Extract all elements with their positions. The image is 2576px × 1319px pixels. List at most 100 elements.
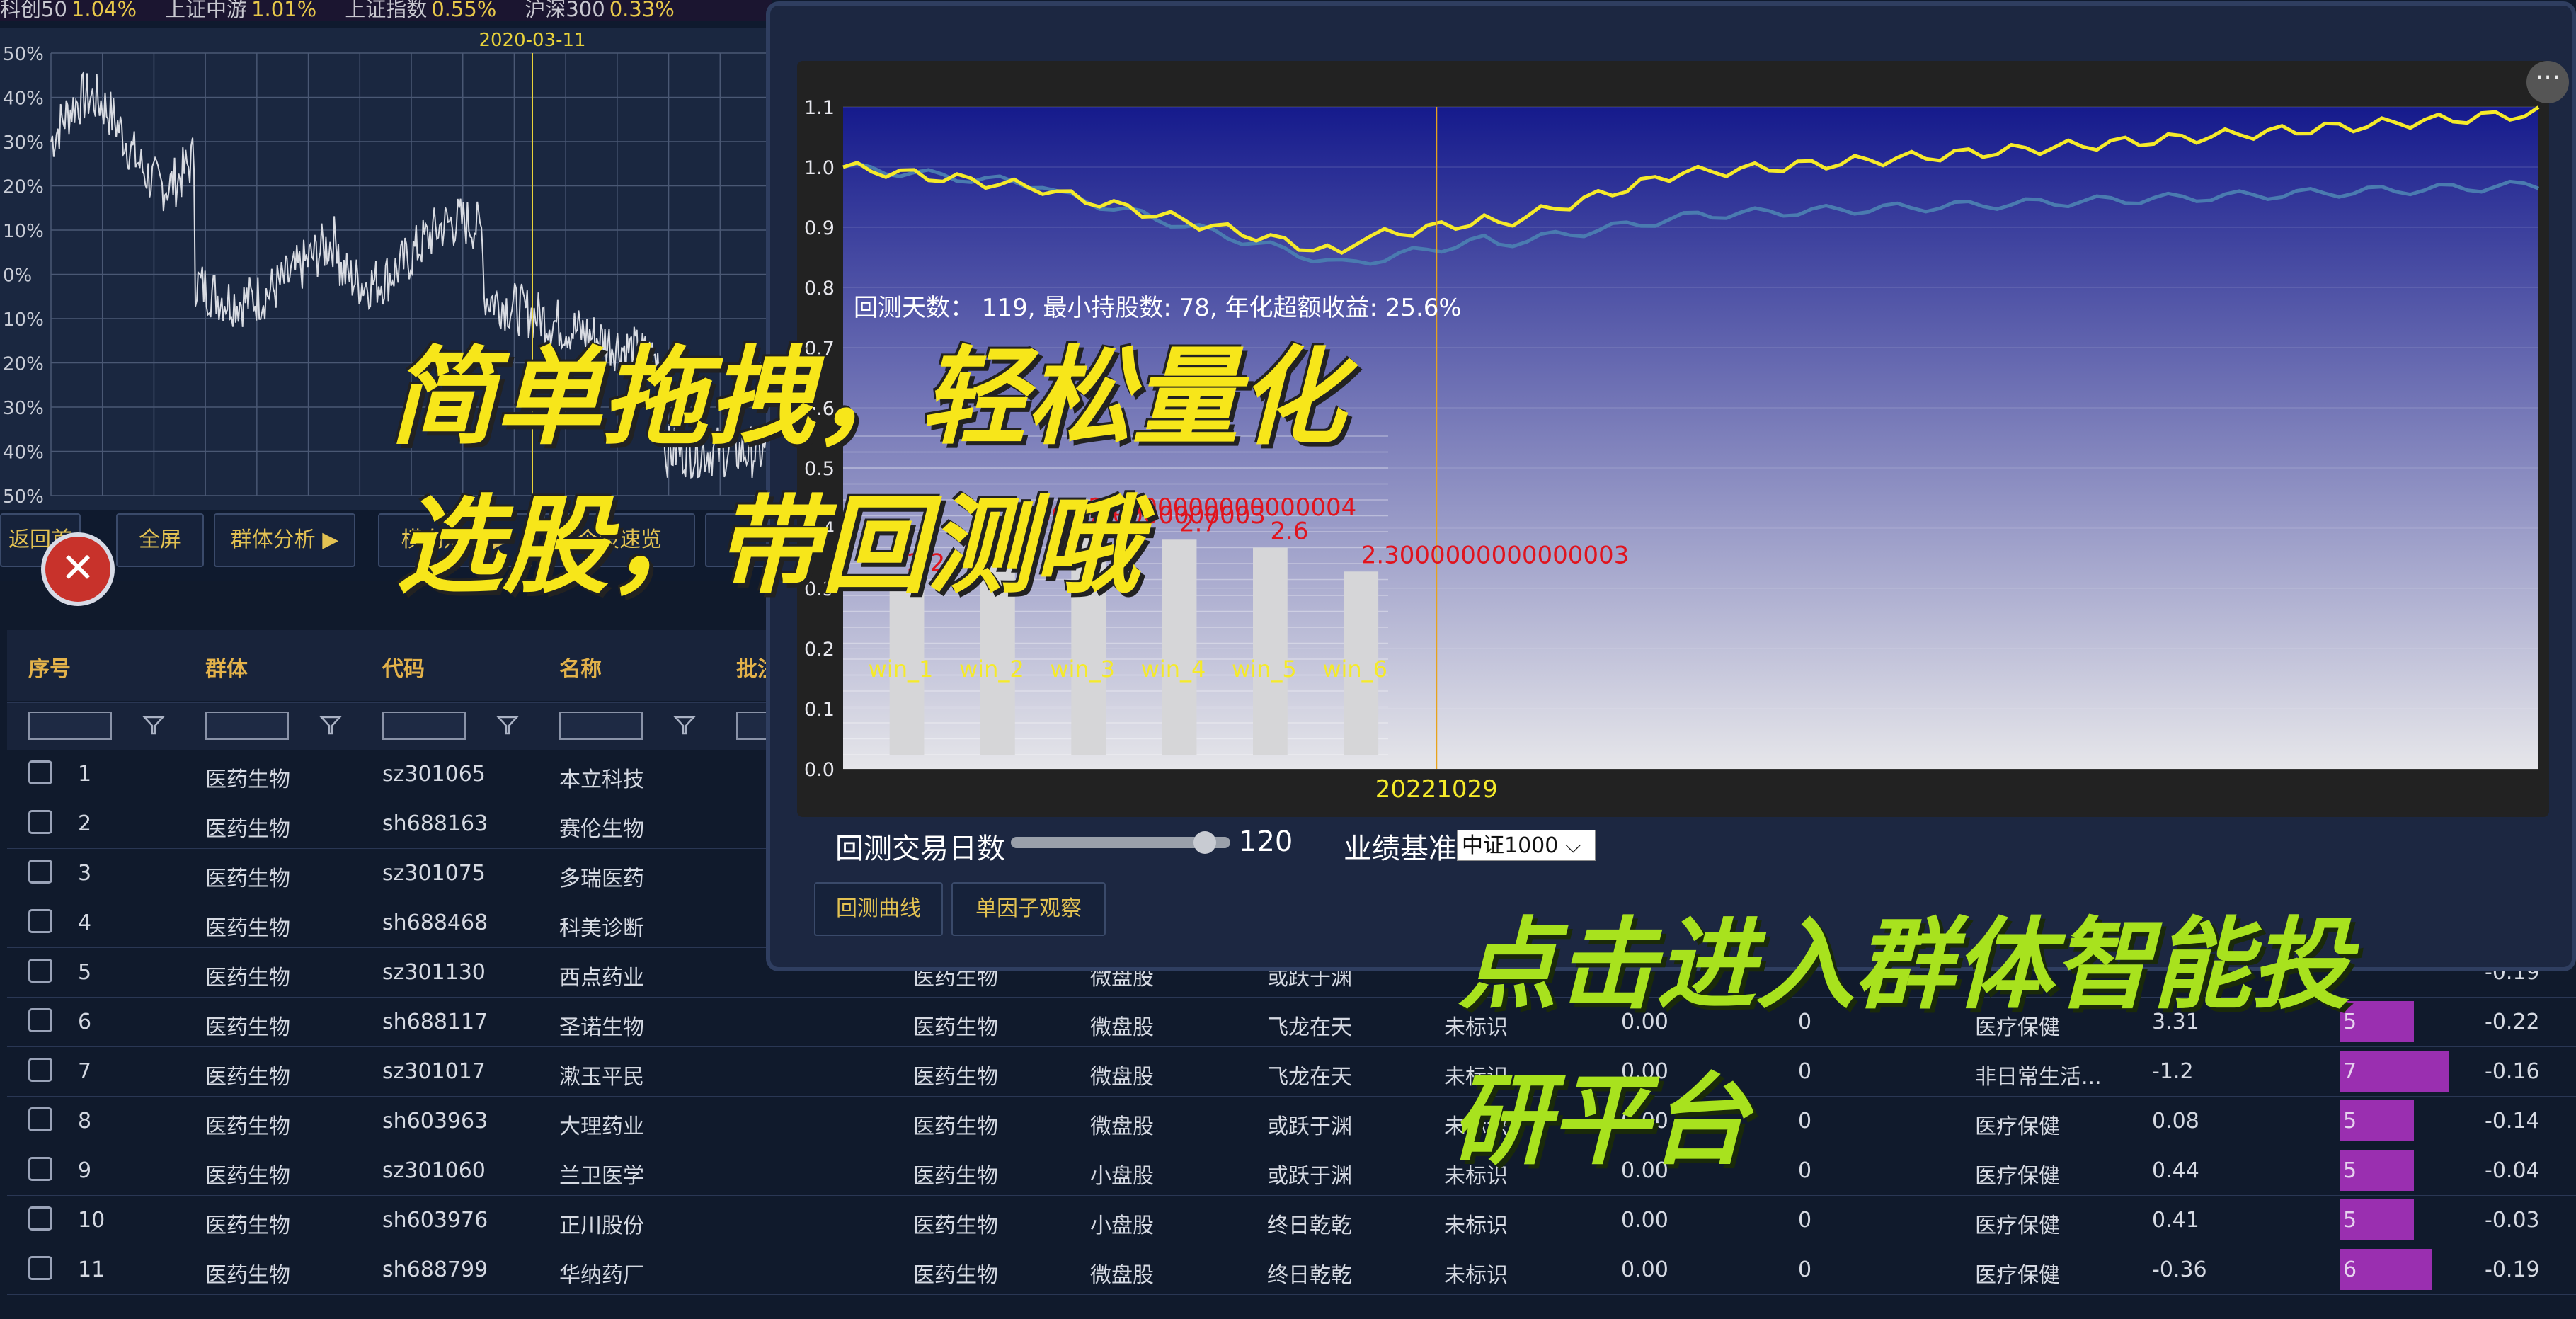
table-cell: 医药生物 bbox=[205, 1065, 290, 1090]
row-checkbox[interactable] bbox=[28, 1058, 52, 1082]
table-cell: 或跃于渊 bbox=[1267, 1164, 1352, 1189]
table-cell: 医药生物 bbox=[205, 867, 290, 891]
table-cell: 8 bbox=[78, 1109, 92, 1134]
benchmark-select[interactable]: 中证1000 ⌵ bbox=[1457, 830, 1596, 861]
table-cell: 大理药业 bbox=[559, 1114, 644, 1139]
toolbar-button[interactable]: 群体分析 ▶ bbox=[214, 513, 355, 567]
table-row[interactable]: 7 医药生物 sz301017 漱玉平民 医药生物 微盘股 飞龙在天 未标识 0.00 0 非日常生… bbox=[7, 1046, 2576, 1097]
y-tick-label: 50% bbox=[3, 486, 44, 508]
table-cell: 医药生物 bbox=[205, 1015, 290, 1040]
score-value: 6 bbox=[2343, 1257, 2357, 1282]
table-cell: 0.00 bbox=[1621, 1257, 1668, 1282]
score-value: 7 bbox=[2343, 1059, 2357, 1084]
y-tick-label: 40% bbox=[3, 442, 44, 464]
ticker-value: 1.04% bbox=[71, 0, 137, 21]
table-cell: sh603963 bbox=[382, 1109, 488, 1134]
table-cell: sz301130 bbox=[382, 960, 486, 985]
inset-category-label: win_6 bbox=[1322, 656, 1387, 683]
table-row[interactable]: 8 医药生物 sh603963 大理药业 医药生物 微盘股 或跃于渊 未标识 0.00 0 医疗保健… bbox=[7, 1096, 2576, 1146]
table-cell: 非日常生活... bbox=[1975, 1065, 2102, 1090]
filter-icon[interactable] bbox=[319, 713, 343, 737]
table-cell: 医疗保健 bbox=[1975, 1164, 2060, 1189]
more-icon[interactable]: ⋯ bbox=[2526, 61, 2569, 103]
table-cell: sh688468 bbox=[382, 910, 488, 935]
ticker-value: 1.01% bbox=[251, 0, 317, 21]
table-cell: 微盘股 bbox=[1090, 1114, 1154, 1139]
table-cell: 医疗保健 bbox=[1975, 1263, 2060, 1288]
row-checkbox[interactable] bbox=[28, 909, 52, 933]
column-header[interactable]: 序号 bbox=[28, 651, 71, 683]
filter-icon[interactable] bbox=[672, 713, 697, 737]
table-cell: 医药生物 bbox=[205, 817, 290, 842]
filter-icon[interactable] bbox=[142, 713, 166, 737]
table-cell: 11 bbox=[78, 1257, 105, 1282]
row-checkbox[interactable] bbox=[28, 1157, 52, 1181]
table-cell: 0 bbox=[1798, 1109, 1812, 1134]
table-cell: 7 bbox=[78, 1059, 92, 1084]
table-cell: sh688117 bbox=[382, 1010, 488, 1034]
filter-input[interactable] bbox=[382, 712, 466, 740]
table-cell: 微盘股 bbox=[1090, 1065, 1154, 1090]
table-cell: 飞龙在天 bbox=[1267, 1015, 1352, 1040]
row-checkbox[interactable] bbox=[28, 860, 52, 884]
filter-icon[interactable] bbox=[496, 713, 520, 737]
inset-bar-value: 2.3000000000000003 bbox=[1361, 541, 1630, 569]
table-cell: 西点药业 bbox=[559, 966, 644, 990]
slider-handle[interactable] bbox=[1193, 831, 1216, 854]
row-checkbox[interactable] bbox=[28, 959, 52, 983]
column-header[interactable]: 代码 bbox=[382, 651, 425, 683]
promo-text-1: 简单拖拽，轻松量化 bbox=[389, 335, 1346, 459]
promo-text-2: 选股，带回测哦 bbox=[396, 484, 1140, 608]
close-icon[interactable]: ✕ bbox=[41, 532, 115, 606]
y-tick-label: 1.1 bbox=[804, 97, 835, 119]
row-checkbox[interactable] bbox=[28, 760, 52, 784]
single-factor-button[interactable]: 单因子观察 bbox=[951, 882, 1106, 936]
row-checkbox[interactable] bbox=[28, 810, 52, 834]
table-cell: 0.44 bbox=[2152, 1158, 2199, 1183]
filter-input[interactable] bbox=[28, 712, 112, 740]
table-row[interactable]: 9 医药生物 sz301060 兰卫医学 医药生物 小盘股 或跃于渊 未标识 0.00 0 医疗保健… bbox=[7, 1146, 2576, 1196]
y-tick-label: 50% bbox=[3, 44, 44, 65]
y-tick-label: 10% bbox=[3, 309, 44, 331]
table-cell: 医药生物 bbox=[913, 1065, 998, 1090]
y-tick-label: 30% bbox=[3, 398, 44, 419]
table-row[interactable]: 11 医药生物 sh688799 华纳药厂 医药生物 微盘股 终日乾乾 未标识 0.00 0 医疗保… bbox=[7, 1245, 2576, 1295]
table-cell: 未标识 bbox=[1444, 1263, 1508, 1288]
inset-category-label: win_2 bbox=[959, 656, 1024, 683]
table-cell: 3 bbox=[78, 861, 92, 886]
table-cell: sh603976 bbox=[382, 1208, 488, 1233]
table-cell: 医药生物 bbox=[205, 966, 290, 990]
table-cell: -0.36 bbox=[2152, 1257, 2207, 1282]
toolbar-button[interactable]: 全屏 bbox=[116, 513, 204, 567]
table-cell: -0.16 bbox=[2485, 1059, 2540, 1084]
y-tick-label: 0% bbox=[3, 265, 32, 287]
filter-input[interactable] bbox=[559, 712, 643, 740]
table-cell: -0.04 bbox=[2485, 1158, 2540, 1183]
table-cell: sh688799 bbox=[382, 1257, 488, 1282]
table-cell: 华纳药厂 bbox=[559, 1263, 644, 1288]
row-checkbox[interactable] bbox=[28, 1107, 52, 1131]
table-row[interactable]: 10 医药生物 sh603976 正川股份 医药生物 小盘股 终日乾乾 未标识 0.00 0 医疗保… bbox=[7, 1195, 2576, 1245]
slider-label: 回测交易日数 bbox=[835, 833, 1005, 865]
inset-category-label: win_3 bbox=[1050, 656, 1115, 683]
date-marker-label: 20221029 bbox=[1375, 775, 1498, 804]
date-marker-label: 2020-03-11 bbox=[479, 30, 585, 51]
backtest-curve-button[interactable]: 回测曲线 bbox=[814, 882, 943, 936]
table-cell: 本立科技 bbox=[559, 767, 644, 792]
ticker-item: 上证中游 1.01% bbox=[165, 0, 316, 21]
row-checkbox[interactable] bbox=[28, 1206, 52, 1231]
row-checkbox[interactable] bbox=[28, 1256, 52, 1280]
table-cell: 科美诊断 bbox=[559, 916, 644, 941]
table-cell: 小盘股 bbox=[1090, 1214, 1154, 1238]
inset-bar bbox=[1253, 547, 1288, 755]
table-cell: 2 bbox=[78, 811, 92, 836]
column-header[interactable]: 名称 bbox=[559, 651, 602, 683]
table-cell: sh688163 bbox=[382, 811, 488, 836]
table-cell: 终日乾乾 bbox=[1267, 1214, 1352, 1238]
filter-input[interactable] bbox=[205, 712, 289, 740]
row-checkbox[interactable] bbox=[28, 1008, 52, 1032]
column-header[interactable]: 群体 bbox=[205, 651, 248, 683]
score-value: 5 bbox=[2343, 1158, 2357, 1183]
table-cell: 0.41 bbox=[2152, 1208, 2199, 1233]
inset-bar-value: 2.6 bbox=[1270, 518, 1308, 546]
